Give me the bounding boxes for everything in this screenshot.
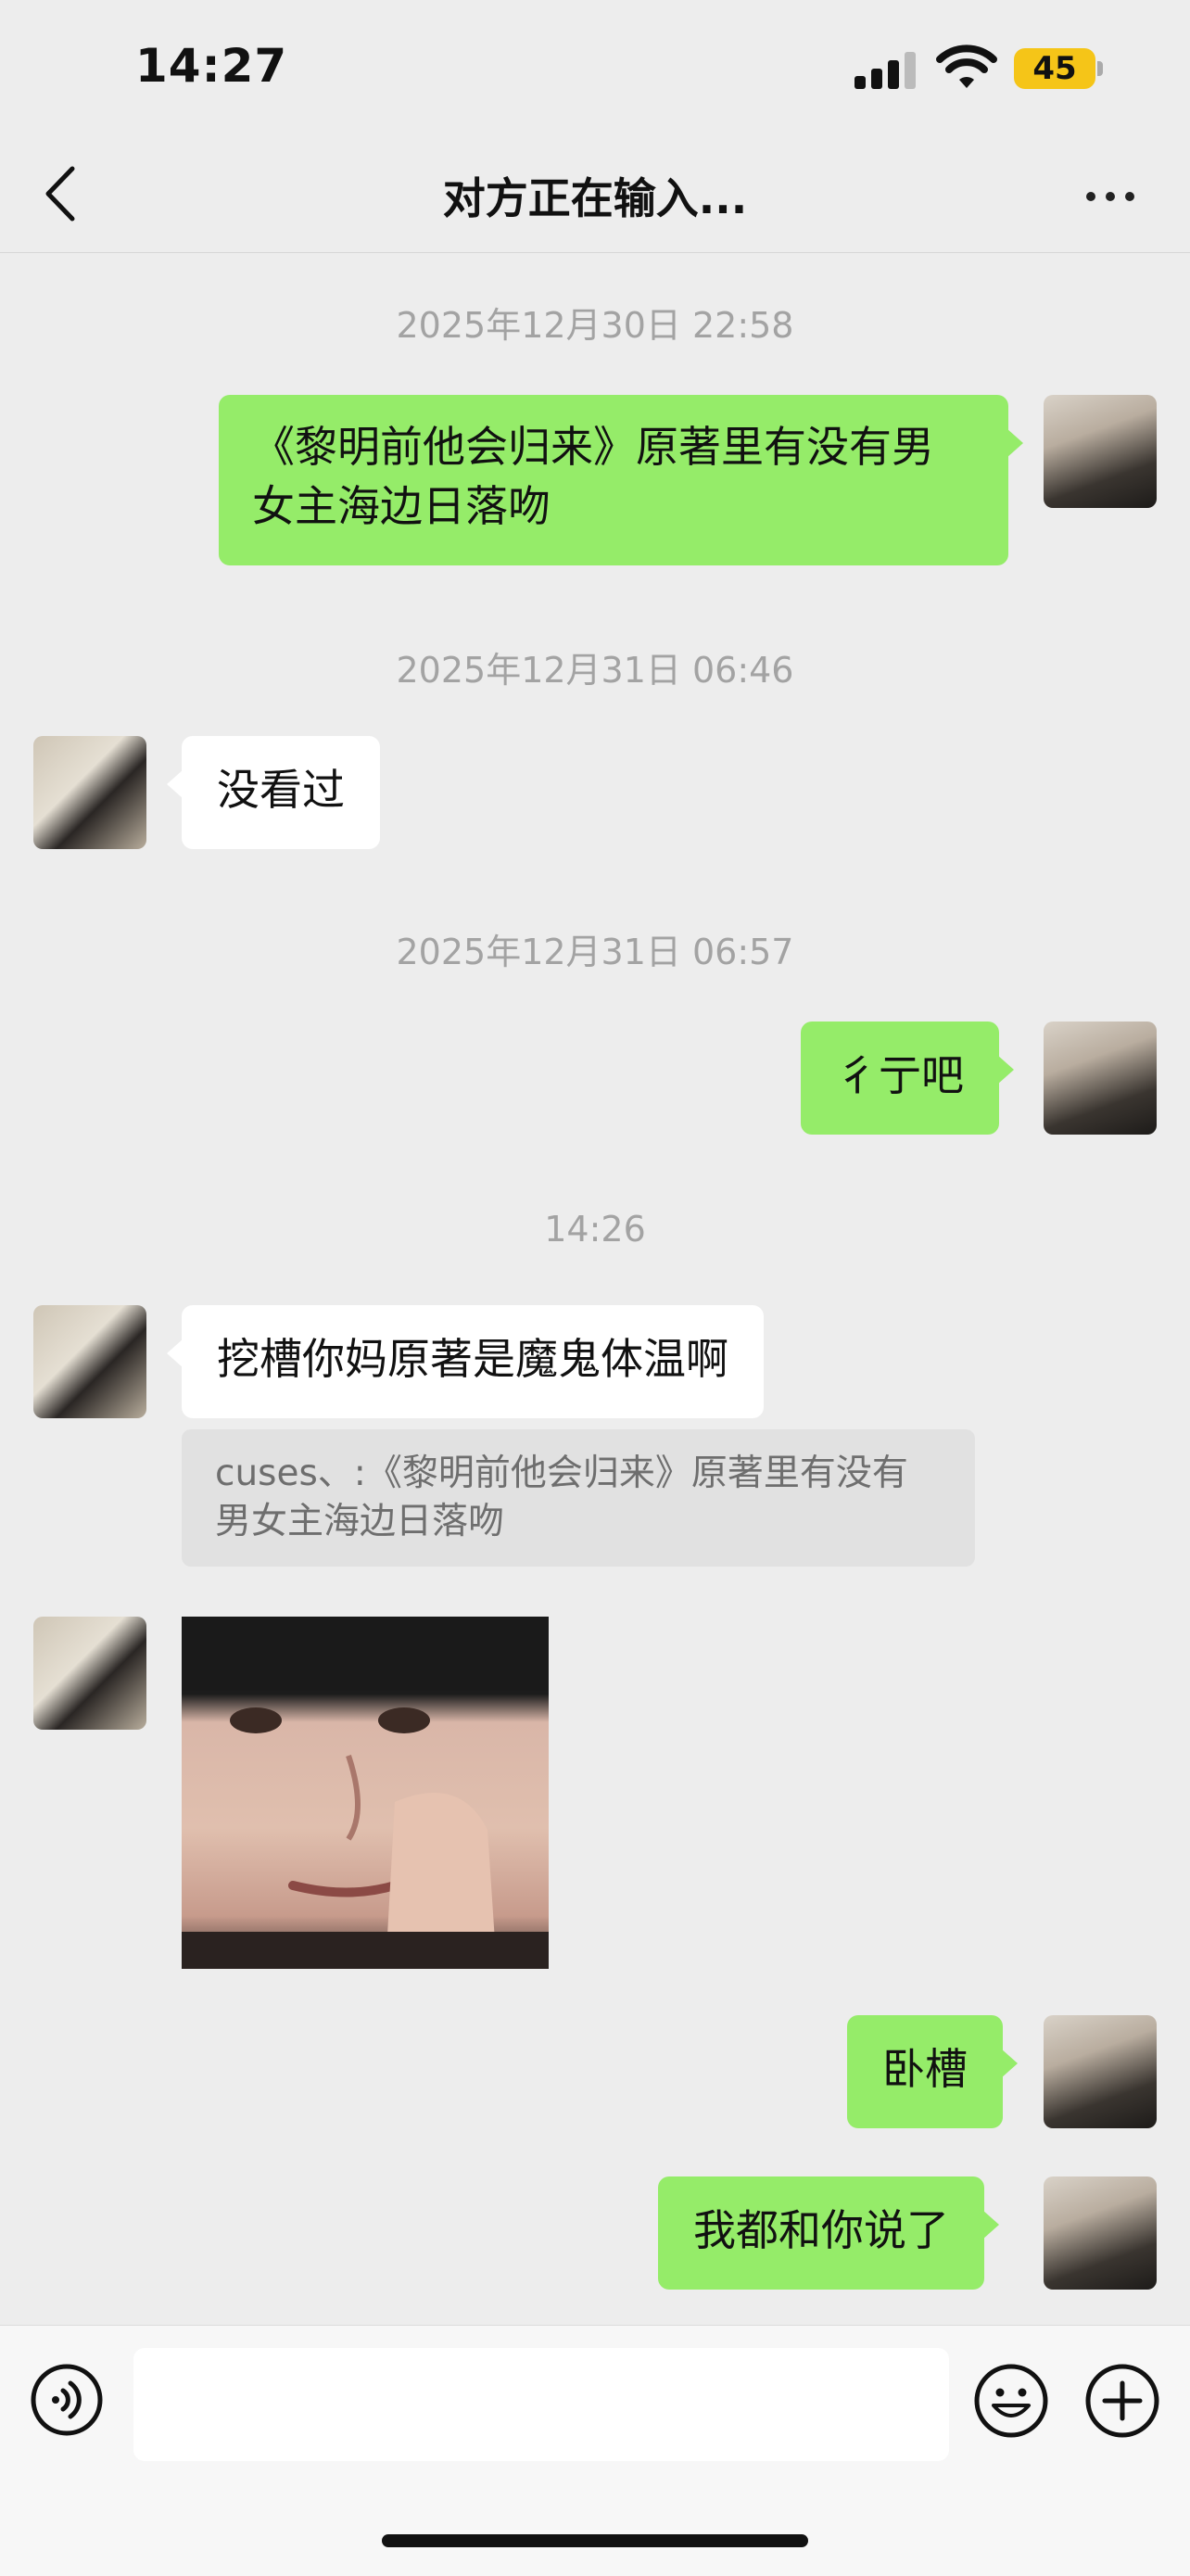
my-avatar[interactable] xyxy=(1044,2015,1157,2128)
emoji-icon[interactable] xyxy=(973,2363,1049,2439)
status-time: 14:27 xyxy=(135,39,288,93)
message-input[interactable] xyxy=(133,2348,949,2461)
my-avatar[interactable] xyxy=(1044,395,1157,508)
battery-level: 45 xyxy=(1032,50,1077,87)
outgoing-message[interactable]: 我都和你说了 xyxy=(658,2176,999,2290)
outgoing-message[interactable]: 彳亍吧 xyxy=(801,1022,1014,1135)
plus-icon[interactable] xyxy=(1084,2363,1160,2439)
back-chevron-icon[interactable] xyxy=(33,161,89,226)
message-timestamp: 2025年12月31日 06:46 xyxy=(396,650,794,691)
incoming-message[interactable]: 挖槽你妈原著是魔鬼体温啊 xyxy=(167,1305,764,1418)
signal-icon xyxy=(855,50,918,89)
sticker-image[interactable] xyxy=(182,1617,549,1969)
incoming-message[interactable]: 没看过 xyxy=(167,736,380,849)
outgoing-message[interactable]: 卧槽 xyxy=(847,2015,1018,2128)
wifi-icon xyxy=(936,44,997,88)
message-timestamp: 14:26 xyxy=(544,1209,646,1250)
status-bar: 14:27 45 xyxy=(0,0,1190,139)
my-avatar[interactable] xyxy=(1044,1022,1157,1135)
outgoing-message[interactable]: 《黎明前他会归来》原著里有没有男 女主海边日落吻 xyxy=(219,395,1023,565)
more-dots-icon[interactable] xyxy=(1073,167,1147,222)
battery-cap xyxy=(1097,61,1103,76)
sticker-face-icon xyxy=(182,1617,549,1969)
voice-icon[interactable] xyxy=(30,2363,104,2437)
quoted-message[interactable]: cuses、:《黎明前他会归来》原著里有没有 男女主海边日落吻 xyxy=(182,1429,975,1567)
chat-title: 对方正在输入... xyxy=(442,173,748,223)
message-timestamp: 2025年12月30日 22:58 xyxy=(396,305,794,346)
contact-avatar[interactable] xyxy=(33,1305,146,1418)
contact-avatar[interactable] xyxy=(33,736,146,849)
my-avatar[interactable] xyxy=(1044,2176,1157,2290)
message-timestamp: 2025年12月31日 06:57 xyxy=(396,932,794,972)
nav-bar: 对方正在输入... xyxy=(0,139,1190,253)
home-indicator[interactable] xyxy=(382,2534,808,2547)
battery-icon: 45 xyxy=(1014,48,1095,89)
contact-avatar[interactable] xyxy=(33,1617,146,1730)
